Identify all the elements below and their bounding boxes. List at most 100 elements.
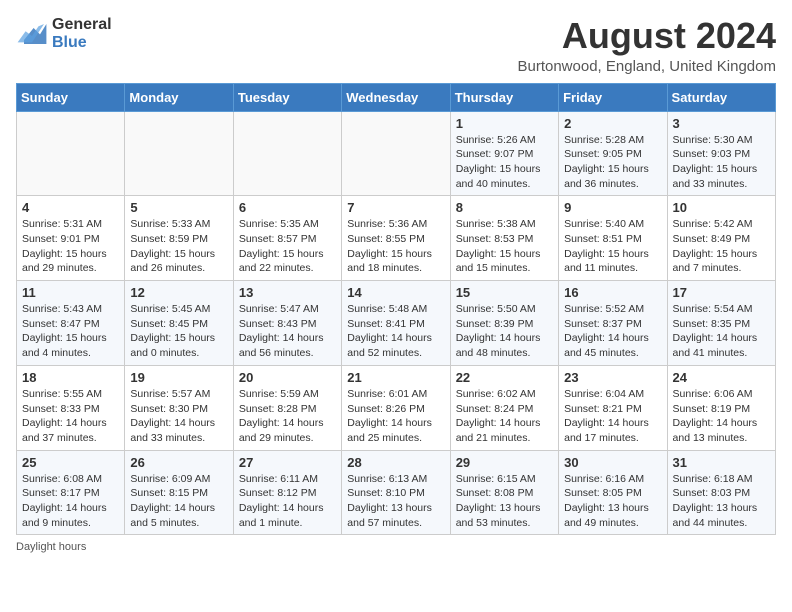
day-info: Sunrise: 6:02 AMSunset: 8:24 PMDaylight:… xyxy=(456,387,553,446)
calendar-cell: 12 Sunrise: 5:45 AMSunset: 8:45 PMDayligh… xyxy=(125,281,233,366)
day-info: Sunrise: 5:31 AMSunset: 9:01 PMDaylight:… xyxy=(22,217,119,276)
day-number: 9 xyxy=(564,200,661,215)
calendar-cell: 30 Sunrise: 6:16 AMSunset: 8:05 PMDayligh… xyxy=(559,450,667,535)
calendar-cell: 26 Sunrise: 6:09 AMSunset: 8:15 PMDayligh… xyxy=(125,450,233,535)
title-area: August 2024 Burtonwood, England, United … xyxy=(517,16,776,75)
week-row-2: 4 Sunrise: 5:31 AMSunset: 9:01 PMDaylight… xyxy=(17,196,776,281)
calendar-cell: 7 Sunrise: 5:36 AMSunset: 8:55 PMDaylight… xyxy=(342,196,450,281)
day-number: 23 xyxy=(564,370,661,385)
day-info: Sunrise: 6:15 AMSunset: 8:08 PMDaylight:… xyxy=(456,472,553,531)
day-info: Sunrise: 5:47 AMSunset: 8:43 PMDaylight:… xyxy=(239,302,336,361)
day-number: 8 xyxy=(456,200,553,215)
day-number: 31 xyxy=(673,455,770,470)
day-info: Sunrise: 6:04 AMSunset: 8:21 PMDaylight:… xyxy=(564,387,661,446)
calendar-cell: 28Sunrise: 6:13 AMSunset: 8:10 PMDayligh… xyxy=(342,450,450,535)
day-info: Sunrise: 5:26 AMSunset: 9:07 PMDaylight:… xyxy=(456,133,553,192)
calendar-cell: 10 Sunrise: 5:42 AMSunset: 8:49 PMDayligh… xyxy=(667,196,775,281)
calendar-cell: 2Sunrise: 5:28 AMSunset: 9:05 PMDaylight… xyxy=(559,111,667,196)
day-info: Sunrise: 5:45 AMSunset: 8:45 PMDaylight:… xyxy=(130,302,227,361)
calendar-cell: 15 Sunrise: 5:50 AMSunset: 8:39 PMDayligh… xyxy=(450,281,558,366)
calendar-cell: 21Sunrise: 6:01 AMSunset: 8:26 PMDayligh… xyxy=(342,365,450,450)
calendar-cell: 1 Sunrise: 5:26 AMSunset: 9:07 PMDaylight… xyxy=(450,111,558,196)
calendar-cell: 27 Sunrise: 6:11 AMSunset: 8:12 PMDayligh… xyxy=(233,450,341,535)
day-number: 20 xyxy=(239,370,336,385)
day-info: Sunrise: 5:38 AMSunset: 8:53 PMDaylight:… xyxy=(456,217,553,276)
location: Burtonwood, England, United Kingdom xyxy=(517,58,776,75)
day-info: Sunrise: 5:35 AMSunset: 8:57 PMDaylight:… xyxy=(239,217,336,276)
day-info: Sunrise: 6:01 AMSunset: 8:26 PMDaylight:… xyxy=(347,387,444,446)
day-header-thursday: Thursday xyxy=(450,83,558,111)
calendar-cell xyxy=(17,111,125,196)
day-number: 19 xyxy=(130,370,227,385)
calendar-cell: 17Sunrise: 5:54 AMSunset: 8:35 PMDayligh… xyxy=(667,281,775,366)
day-number: 4 xyxy=(22,200,119,215)
day-number: 7 xyxy=(347,200,444,215)
logo-text: General Blue xyxy=(52,16,112,52)
day-info: Sunrise: 5:42 AMSunset: 8:49 PMDaylight:… xyxy=(673,217,770,276)
day-info: Sunrise: 6:11 AMSunset: 8:12 PMDaylight:… xyxy=(239,472,336,531)
day-number: 24 xyxy=(673,370,770,385)
calendar-cell: 31 Sunrise: 6:18 AMSunset: 8:03 PMDayligh… xyxy=(667,450,775,535)
calendar-cell: 18 Sunrise: 5:55 AMSunset: 8:33 PMDayligh… xyxy=(17,365,125,450)
day-info: Sunrise: 5:57 AMSunset: 8:30 PMDaylight:… xyxy=(130,387,227,446)
calendar-cell xyxy=(342,111,450,196)
calendar-cell: 14 Sunrise: 5:48 AMSunset: 8:41 PMDayligh… xyxy=(342,281,450,366)
day-info: Sunrise: 6:16 AMSunset: 8:05 PMDaylight:… xyxy=(564,472,661,531)
day-header-tuesday: Tuesday xyxy=(233,83,341,111)
day-number: 12 xyxy=(130,285,227,300)
day-info: Sunrise: 6:18 AMSunset: 8:03 PMDaylight:… xyxy=(673,472,770,531)
day-number: 22 xyxy=(456,370,553,385)
day-info: Sunrise: 5:52 AMSunset: 8:37 PMDaylight:… xyxy=(564,302,661,361)
day-info: Sunrise: 6:09 AMSunset: 8:15 PMDaylight:… xyxy=(130,472,227,531)
calendar-cell: 19 Sunrise: 5:57 AMSunset: 8:30 PMDayligh… xyxy=(125,365,233,450)
day-number: 15 xyxy=(456,285,553,300)
day-info: Sunrise: 5:50 AMSunset: 8:39 PMDaylight:… xyxy=(456,302,553,361)
day-number: 30 xyxy=(564,455,661,470)
day-header-friday: Friday xyxy=(559,83,667,111)
day-number: 13 xyxy=(239,285,336,300)
day-number: 28 xyxy=(347,455,444,470)
day-number: 26 xyxy=(130,455,227,470)
week-row-5: 25Sunrise: 6:08 AMSunset: 8:17 PMDayligh… xyxy=(17,450,776,535)
calendar-cell: 23 Sunrise: 6:04 AMSunset: 8:21 PMDayligh… xyxy=(559,365,667,450)
calendar-cell xyxy=(233,111,341,196)
logo: General Blue xyxy=(16,16,112,52)
calendar-cell: 20 Sunrise: 5:59 AMSunset: 8:28 PMDayligh… xyxy=(233,365,341,450)
day-info: Sunrise: 5:43 AMSunset: 8:47 PMDaylight:… xyxy=(22,302,119,361)
calendar-header-row: SundayMondayTuesdayWednesdayThursdayFrid… xyxy=(17,83,776,111)
day-number: 1 xyxy=(456,116,553,131)
week-row-1: 1 Sunrise: 5:26 AMSunset: 9:07 PMDaylight… xyxy=(17,111,776,196)
day-info: Sunrise: 5:40 AMSunset: 8:51 PMDaylight:… xyxy=(564,217,661,276)
logo-icon xyxy=(16,20,48,48)
day-info: Sunrise: 5:55 AMSunset: 8:33 PMDaylight:… xyxy=(22,387,119,446)
calendar-cell: 8 Sunrise: 5:38 AMSunset: 8:53 PMDaylight… xyxy=(450,196,558,281)
calendar-cell: 11Sunrise: 5:43 AMSunset: 8:47 PMDayligh… xyxy=(17,281,125,366)
day-header-saturday: Saturday xyxy=(667,83,775,111)
calendar-cell: 5Sunrise: 5:33 AMSunset: 8:59 PMDaylight… xyxy=(125,196,233,281)
calendar-cell: 3Sunrise: 5:30 AMSunset: 9:03 PMDaylight… xyxy=(667,111,775,196)
day-number: 3 xyxy=(673,116,770,131)
day-info: Sunrise: 5:33 AMSunset: 8:59 PMDaylight:… xyxy=(130,217,227,276)
day-info: Sunrise: 5:59 AMSunset: 8:28 PMDaylight:… xyxy=(239,387,336,446)
calendar-cell: 9 Sunrise: 5:40 AMSunset: 8:51 PMDaylight… xyxy=(559,196,667,281)
calendar-cell: 25Sunrise: 6:08 AMSunset: 8:17 PMDayligh… xyxy=(17,450,125,535)
header: General Blue August 2024 Burtonwood, Eng… xyxy=(16,16,776,75)
day-info: Sunrise: 5:48 AMSunset: 8:41 PMDaylight:… xyxy=(347,302,444,361)
calendar: SundayMondayTuesdayWednesdayThursdayFrid… xyxy=(16,83,776,536)
day-number: 14 xyxy=(347,285,444,300)
day-header-wednesday: Wednesday xyxy=(342,83,450,111)
calendar-cell: 16Sunrise: 5:52 AMSunset: 8:37 PMDayligh… xyxy=(559,281,667,366)
day-info: Sunrise: 6:06 AMSunset: 8:19 PMDaylight:… xyxy=(673,387,770,446)
day-info: Sunrise: 6:08 AMSunset: 8:17 PMDaylight:… xyxy=(22,472,119,531)
day-number: 18 xyxy=(22,370,119,385)
week-row-4: 18 Sunrise: 5:55 AMSunset: 8:33 PMDayligh… xyxy=(17,365,776,450)
month-year: August 2024 xyxy=(517,16,776,56)
calendar-cell: 22 Sunrise: 6:02 AMSunset: 8:24 PMDayligh… xyxy=(450,365,558,450)
day-info: Sunrise: 5:36 AMSunset: 8:55 PMDaylight:… xyxy=(347,217,444,276)
week-row-3: 11Sunrise: 5:43 AMSunset: 8:47 PMDayligh… xyxy=(17,281,776,366)
day-number: 6 xyxy=(239,200,336,215)
day-number: 29 xyxy=(456,455,553,470)
day-number: 17 xyxy=(673,285,770,300)
day-number: 27 xyxy=(239,455,336,470)
day-number: 10 xyxy=(673,200,770,215)
